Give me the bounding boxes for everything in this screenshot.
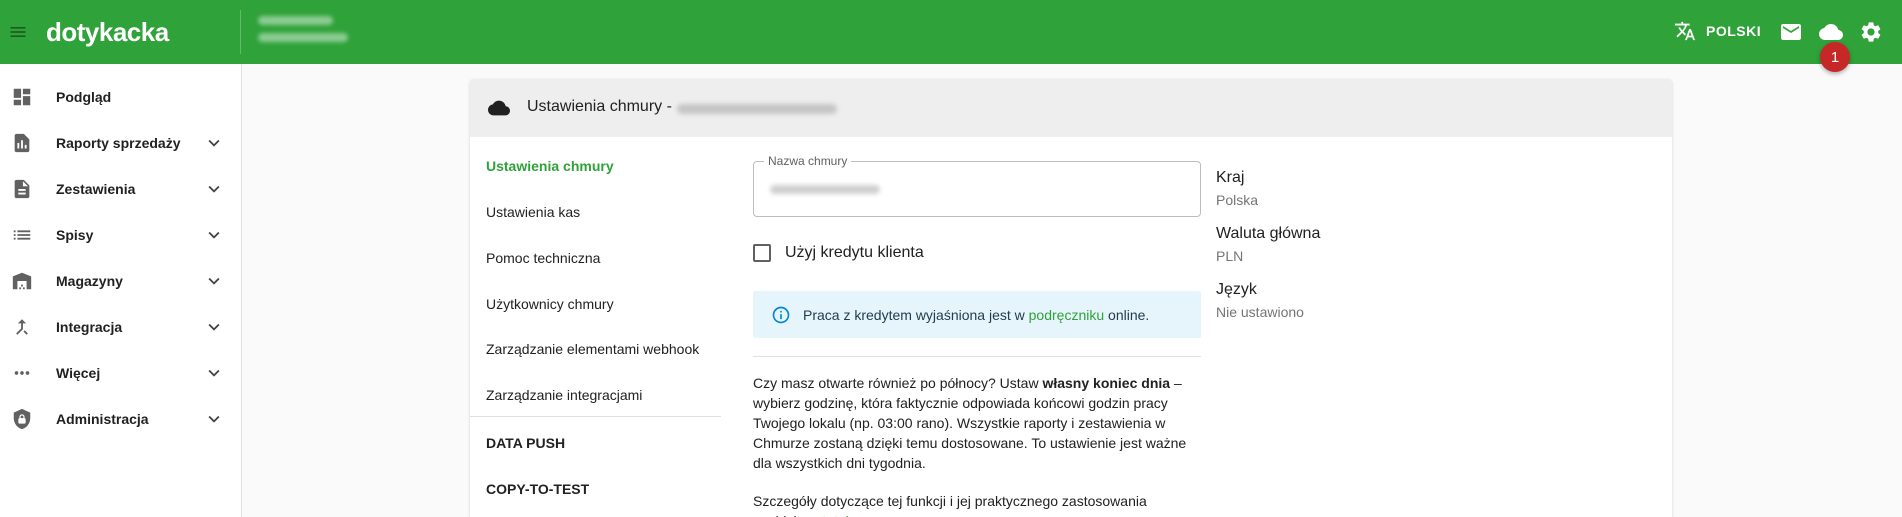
info-alert: Praca z kredytem wyjaśniona jest w podrę…: [753, 291, 1201, 338]
chevron-down-icon[interactable]: [203, 178, 225, 200]
language-label: POLSKI: [1706, 23, 1762, 39]
account-name-redacted: [258, 16, 333, 25]
subnav-copy-to-test[interactable]: COPY-TO-TEST: [486, 481, 589, 497]
use-credit-label: Użyj kredytu klienta: [785, 244, 924, 261]
chevron-down-icon[interactable]: [203, 408, 225, 430]
manual-link[interactable]: podręczniku: [1029, 307, 1105, 323]
card-header: Ustawienia chmury -: [470, 79, 1672, 137]
cloud-name-input[interactable]: [754, 162, 1200, 216]
use-credit-row[interactable]: Użyj kredytu klienta: [753, 244, 924, 262]
subnav-ustawienia-chmury[interactable]: Ustawienia chmury: [486, 158, 614, 174]
chevron-down-icon[interactable]: [203, 362, 225, 384]
subnav-integracje[interactable]: Zarządzanie integracjami: [486, 387, 642, 403]
prop-kraj: Kraj Polska: [1216, 169, 1259, 208]
report-icon: [14, 133, 30, 153]
document-icon: [14, 179, 30, 199]
prop-waluta: Waluta główna PLN: [1216, 225, 1321, 264]
merge-icon: [16, 319, 28, 335]
language-switcher[interactable]: POLSKI: [1674, 20, 1761, 42]
subnav-pomoc-techniczna[interactable]: Pomoc techniczna: [486, 250, 600, 266]
subnav-divider: [470, 416, 721, 417]
topbar-divider: [240, 10, 241, 54]
sidebar-item-raporty[interactable]: Raporty sprzedaży: [0, 120, 242, 166]
sidebar-item-spisy[interactable]: Spisy: [0, 212, 242, 258]
mail-icon[interactable]: [1779, 20, 1803, 44]
sidebar-item-wiecej[interactable]: Więcej: [0, 350, 242, 396]
subnav-webhook[interactable]: Zarządzanie elementami webhook: [486, 341, 699, 357]
gear-icon[interactable]: [1859, 20, 1883, 44]
details-paragraph: Szczegóły dotyczące tej funkcji i jej pr…: [753, 491, 1201, 517]
sidebar-item-zestawienia[interactable]: Zestawienia: [0, 166, 242, 212]
more-icon: [14, 371, 30, 375]
details-link[interactable]: tutaj: [822, 513, 848, 517]
use-credit-checkbox[interactable]: [753, 244, 771, 262]
warehouse-icon: [12, 272, 32, 290]
sidebar-item-podglad[interactable]: Podgląd: [0, 74, 242, 120]
cloud-name-field[interactable]: Nazwa chmury: [753, 154, 1201, 217]
prop-jezyk: Język Nie ustawiono: [1216, 281, 1304, 320]
cloud-icon[interactable]: [1818, 20, 1844, 44]
menu-icon[interactable]: [8, 22, 28, 42]
sidebar: Podgląd Raporty sprzedaży Zestawienia Sp…: [0, 64, 242, 517]
dashboard-icon: [13, 88, 31, 106]
chevron-down-icon[interactable]: [203, 270, 225, 292]
account-subtitle-redacted: [258, 33, 348, 42]
section-divider: [753, 356, 1201, 357]
page-title: Ustawienia chmury -: [527, 98, 672, 115]
end-of-day-description: Czy masz otwarte również po północy? Ust…: [753, 375, 1187, 471]
info-text: Praca z kredytem wyjaśniona jest w podrę…: [803, 307, 1150, 323]
sidebar-item-integracja[interactable]: Integracja: [0, 304, 242, 350]
notification-badge[interactable]: 1: [1820, 42, 1850, 72]
top-app-bar: dotykacka POLSKI: [0, 0, 1902, 64]
info-icon: [772, 306, 790, 324]
cloud-name-redacted: [677, 104, 837, 114]
subnav-data-push[interactable]: DATA PUSH: [486, 435, 565, 451]
app-logo[interactable]: dotykacka: [46, 17, 169, 48]
chevron-down-icon[interactable]: [203, 132, 225, 154]
shield-icon: [13, 408, 31, 430]
cloud-icon: [488, 100, 510, 116]
subnav-uzytkownicy-chmury[interactable]: Użytkownicy chmury: [486, 296, 614, 312]
chevron-down-icon[interactable]: [203, 224, 225, 246]
sidebar-item-administracja[interactable]: Administracja: [0, 396, 242, 442]
subnav-ustawienia-kas[interactable]: Ustawienia kas: [486, 204, 580, 220]
cloud-settings-card: Ustawienia chmury - Ustawienia chmury Us…: [470, 79, 1672, 517]
translate-icon: [1674, 21, 1696, 41]
list-icon: [13, 230, 31, 240]
account-switcher[interactable]: [258, 16, 348, 50]
chevron-down-icon[interactable]: [203, 316, 225, 338]
sidebar-item-magazyny[interactable]: Magazyny: [0, 258, 242, 304]
